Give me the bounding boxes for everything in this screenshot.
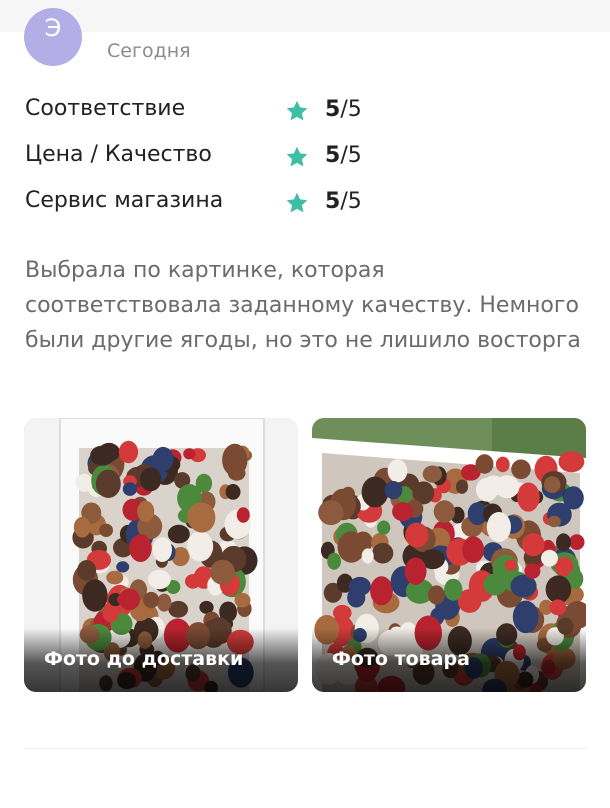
berry-decoration xyxy=(462,536,485,563)
berry-decoration xyxy=(547,515,561,528)
berry-decoration xyxy=(569,534,585,550)
rating-score: 5/5 xyxy=(325,143,362,168)
star-icon xyxy=(286,100,308,121)
photo-caption: Фото товара xyxy=(332,648,470,670)
berry-decoration xyxy=(405,522,429,548)
photo-caption-overlay: Фото товара xyxy=(312,628,586,692)
berry-decoration xyxy=(422,465,442,483)
star-icon xyxy=(286,192,308,213)
photo-caption: Фото до доставки xyxy=(44,648,244,670)
berry-decoration xyxy=(140,467,162,492)
berry-decoration xyxy=(455,479,469,494)
berry-decoration xyxy=(361,548,374,564)
berry-decoration xyxy=(475,454,494,474)
berry-decoration xyxy=(137,500,155,523)
berry-decoration xyxy=(404,557,427,585)
divider xyxy=(24,748,586,749)
rating-row-shop-service: Сервис магазина 5/5 xyxy=(25,184,425,230)
berry-decoration xyxy=(95,469,121,498)
berry-decoration xyxy=(387,459,408,483)
rating-label: Соответствие xyxy=(25,96,186,121)
berry-decoration xyxy=(543,476,561,493)
rating-score: 5/5 xyxy=(325,189,362,214)
berry-decoration xyxy=(129,534,152,562)
berry-decoration xyxy=(147,569,171,590)
berry-decoration xyxy=(563,486,584,510)
berry-decoration xyxy=(152,446,174,472)
berry-decoration xyxy=(427,585,445,605)
berry-decoration xyxy=(117,593,132,606)
photo-product[interactable]: Фото товара xyxy=(312,418,586,692)
berry-decoration xyxy=(517,482,540,512)
berry-decoration xyxy=(152,537,172,562)
rating-score-max: /5 xyxy=(340,143,362,168)
rating-row-match: Соответствие 5/5 xyxy=(25,92,425,138)
berry-decoration xyxy=(187,531,214,562)
star-icon xyxy=(286,146,308,167)
berry-decoration xyxy=(183,448,196,460)
berry-decoration xyxy=(392,502,414,522)
berry-decoration xyxy=(549,599,567,616)
berry-decoration xyxy=(558,451,585,473)
berry-decoration xyxy=(444,578,463,601)
berry-decoration xyxy=(225,484,241,500)
berry-decoration xyxy=(377,520,391,535)
review-date: Сегодня xyxy=(107,40,191,62)
berry-decoration xyxy=(99,523,113,537)
berry-decoration xyxy=(370,576,393,606)
berry-decoration xyxy=(82,579,108,612)
rating-label: Цена / Качество xyxy=(25,142,212,167)
photo-before-delivery[interactable]: Фото до доставки xyxy=(24,418,298,692)
avatar[interactable]: Э xyxy=(24,8,82,66)
berry-decoration xyxy=(486,512,511,542)
top-band xyxy=(0,0,610,32)
berry-decoration xyxy=(337,531,366,563)
berry-decoration xyxy=(522,533,545,557)
berry-decoration xyxy=(327,552,341,570)
berry-decoration xyxy=(384,481,403,500)
berry-decoration xyxy=(90,445,115,466)
rating-score-value: 5 xyxy=(325,97,341,122)
berry-decoration xyxy=(118,440,139,464)
rating-score: 5/5 xyxy=(325,97,362,122)
berry-decoration xyxy=(556,533,571,551)
rating-score-value: 5 xyxy=(325,143,341,168)
berry-decoration xyxy=(210,559,235,585)
berry-decoration xyxy=(511,459,531,480)
review-text: Выбрала по картинке, которая соответство… xyxy=(25,258,581,353)
berry-decoration xyxy=(524,563,541,579)
berry-decoration xyxy=(541,549,558,567)
berry-decoration xyxy=(234,592,251,608)
rating-score-value: 5 xyxy=(325,189,341,214)
berry-decoration xyxy=(433,500,456,523)
berry-decoration xyxy=(167,524,190,544)
rating-row-price-quality: Цена / Качество 5/5 xyxy=(25,138,425,184)
rating-label: Сервис магазина xyxy=(25,188,224,213)
berry-decoration xyxy=(77,560,97,581)
berry-decoration xyxy=(75,473,93,492)
berry-decoration xyxy=(361,476,389,508)
berry-decoration xyxy=(545,575,572,604)
berry-decoration xyxy=(318,500,344,526)
rating-score-max: /5 xyxy=(340,97,362,122)
rating-score-max: /5 xyxy=(340,189,362,214)
berry-decoration xyxy=(185,574,201,589)
berry-decoration xyxy=(222,443,248,477)
berry-decoration xyxy=(106,570,124,585)
berry-decoration xyxy=(122,482,137,496)
photo-caption-overlay: Фото до доставки xyxy=(24,628,298,692)
berry-decoration xyxy=(495,456,510,473)
berry-decoration xyxy=(73,516,91,538)
berry-decoration xyxy=(157,593,172,612)
ratings-list: Соответствие 5/5 Цена / Качество 5/5 Сер… xyxy=(25,92,425,230)
berry-decoration xyxy=(187,502,215,532)
berry-decoration xyxy=(236,507,250,523)
berry-decoration xyxy=(494,475,520,499)
berry-decoration xyxy=(348,576,371,596)
berry-decoration xyxy=(504,559,517,571)
avatar-initial: Э xyxy=(44,14,62,42)
berry-decoration xyxy=(372,542,394,564)
berry-decoration xyxy=(143,591,160,609)
berry-decoration xyxy=(116,561,130,573)
